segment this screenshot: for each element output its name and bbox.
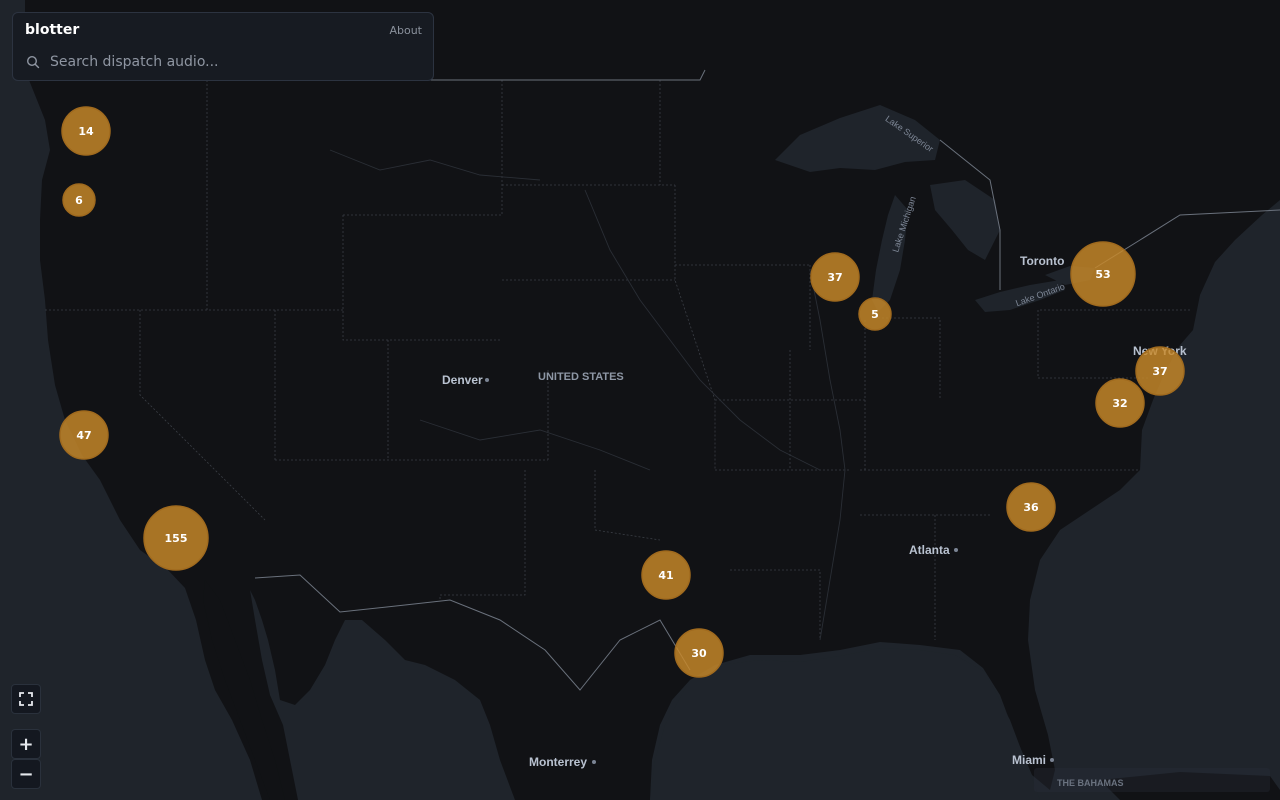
fullscreen-icon xyxy=(19,692,33,706)
map-canvas[interactable]: Denver UNITED STATES Toronto New York At… xyxy=(0,0,1280,800)
app-title: blotter xyxy=(25,22,80,38)
cluster-marker[interactable]: 41 xyxy=(641,550,691,600)
cluster-count: 36 xyxy=(1023,501,1039,514)
cluster-count: 5 xyxy=(871,308,879,321)
label-atlanta: Atlanta xyxy=(909,543,950,557)
label-miami: Miami xyxy=(1012,753,1046,767)
cluster-count: 155 xyxy=(165,532,188,545)
cluster-count: 6 xyxy=(75,194,83,207)
cluster-marker[interactable]: 47 xyxy=(59,410,109,460)
about-link[interactable]: About xyxy=(389,24,422,37)
cluster-marker[interactable]: 155 xyxy=(143,505,209,571)
cluster-marker[interactable]: 36 xyxy=(1006,482,1056,532)
label-monterrey: Monterrey xyxy=(529,755,587,769)
search-icon xyxy=(26,55,40,69)
cluster-marker[interactable]: 37 xyxy=(1135,346,1185,396)
cluster-marker[interactable]: 53 xyxy=(1070,241,1136,307)
cluster-marker[interactable]: 37 xyxy=(810,252,860,302)
search-input[interactable] xyxy=(50,54,410,70)
cluster-count: 47 xyxy=(76,429,91,442)
zoom-out-button[interactable]: − xyxy=(11,759,41,789)
search-bar[interactable] xyxy=(21,50,425,74)
cluster-count: 30 xyxy=(691,647,707,660)
label-denver: Denver xyxy=(442,373,483,387)
label-toronto: Toronto xyxy=(1020,254,1064,268)
fullscreen-button[interactable] xyxy=(11,684,41,714)
cluster-count: 14 xyxy=(78,125,94,138)
cluster-count: 41 xyxy=(658,569,673,582)
cluster-count: 32 xyxy=(1112,397,1127,410)
cluster-count: 37 xyxy=(1152,365,1167,378)
cluster-marker[interactable]: 5 xyxy=(858,297,892,331)
cluster-marker[interactable]: 6 xyxy=(62,183,96,217)
cluster-count: 53 xyxy=(1095,268,1110,281)
zoom-in-button[interactable]: + xyxy=(11,729,41,759)
search-panel: blotter About xyxy=(12,12,434,81)
cluster-marker[interactable]: 32 xyxy=(1095,378,1145,428)
cluster-marker[interactable]: 30 xyxy=(674,628,724,678)
cluster-count: 37 xyxy=(827,271,842,284)
label-usa: UNITED STATES xyxy=(538,371,624,383)
map-attribution xyxy=(1034,768,1270,792)
cluster-marker[interactable]: 14 xyxy=(61,106,111,156)
